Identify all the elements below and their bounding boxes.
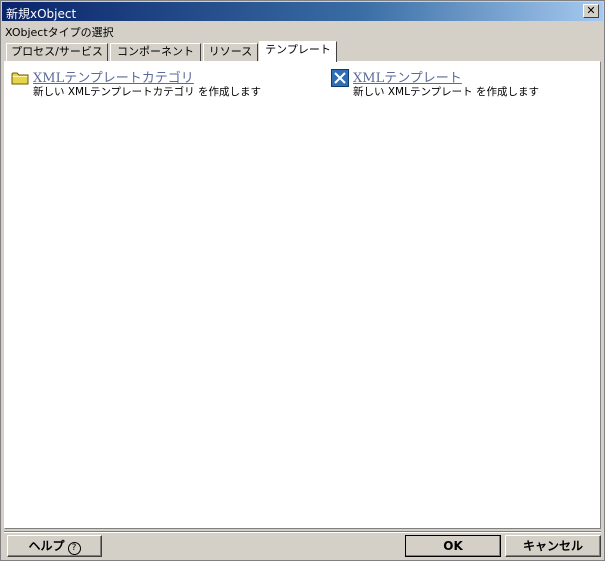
tab-resource[interactable]: リソース	[203, 43, 258, 61]
help-question-icon: ?	[67, 542, 81, 555]
new-xobject-dialog: 新規xObject ✕ XObjectタイプの選択 プロセス/サービス コンポー…	[0, 0, 605, 561]
tab-template[interactable]: テンプレート	[259, 41, 337, 62]
tab-process-service[interactable]: プロセス/サービス	[6, 43, 108, 61]
window-title: 新規xObject	[6, 7, 77, 21]
footer-divider	[4, 531, 601, 533]
ok-button[interactable]: OK	[405, 535, 501, 557]
cancel-button[interactable]: キャンセル	[505, 535, 601, 557]
folder-icon	[11, 69, 29, 87]
xml-template-category-description: 新しい XMLテンプレートカテゴリ を作成します	[33, 86, 261, 98]
xml-template-icon	[331, 69, 349, 87]
xml-template-description: 新しい XMLテンプレート を作成します	[353, 86, 539, 98]
title-bar[interactable]: 新規xObject ✕	[2, 2, 603, 21]
help-button[interactable]: ヘルプ?	[7, 535, 102, 557]
template-panel: XMLテンプレートカテゴリ 新しい XMLテンプレートカテゴリ を作成します X…	[4, 61, 601, 529]
help-button-label: ヘルプ	[28, 539, 65, 553]
tab-component[interactable]: コンポーネント	[110, 43, 201, 61]
dialog-subtitle: XObjectタイプの選択	[5, 26, 114, 39]
close-button[interactable]: ✕	[583, 4, 599, 18]
